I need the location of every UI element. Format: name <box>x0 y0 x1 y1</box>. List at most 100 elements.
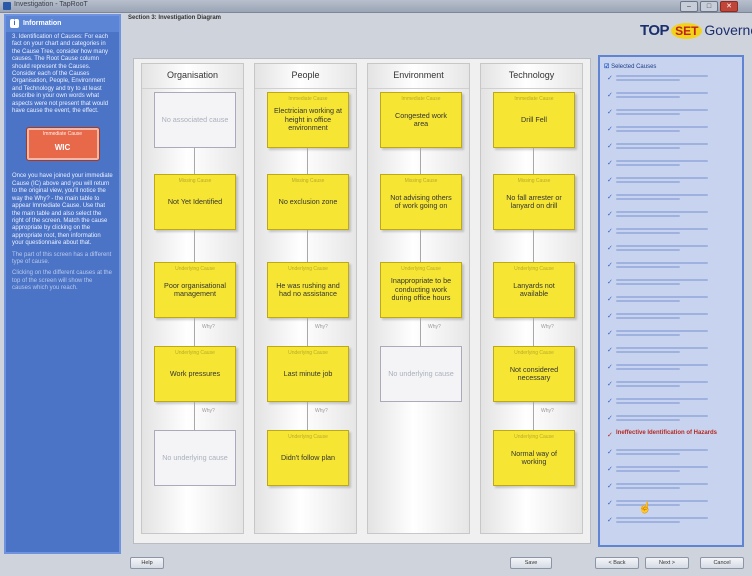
blurred-text-line <box>616 262 708 264</box>
selected-cause-item[interactable]: ✓ <box>600 310 742 327</box>
selected-cause-item[interactable]: ✓ <box>600 480 742 497</box>
cause-card[interactable]: Missing Cause No fall arrester or lanyard… <box>493 174 575 230</box>
selected-cause-item[interactable]: ✓ <box>600 463 742 480</box>
selected-cause-item-highlighted[interactable]: ✓ Ineffective Identification of Hazards <box>600 429 742 446</box>
blurred-text-line <box>616 466 708 468</box>
cause-card[interactable]: Underlying Cause He was rushing and had n… <box>267 262 349 318</box>
selected-cause-item[interactable]: ✓ <box>600 327 742 344</box>
selected-cause-item[interactable]: ✓ <box>600 412 742 429</box>
blurred-text-line <box>616 368 680 370</box>
cause-type-label: Immediate Cause <box>514 96 554 102</box>
cancel-button[interactable]: Cancel <box>700 557 744 569</box>
selected-causes-panel: ☑ Selected Causes ✓ ✓ ✓ ✓ ✓ ✓ ✓ ✓ ✓ ✓ ✓ ✓ ✓ ✓ ✓ ✓ ✓ ✓ ✓ ✓ ✓ ✓… <box>598 55 744 547</box>
blurred-text-line <box>616 266 680 268</box>
maximize-button[interactable]: □ <box>700 1 718 12</box>
cause-card[interactable]: Underlying Cause Poor organisational mana… <box>154 262 236 318</box>
column-environment: Environment Immediate Cause Congested work… <box>367 63 470 534</box>
info-icon: i <box>10 19 19 28</box>
check-icon: ✓ <box>607 177 613 184</box>
selected-cause-item[interactable]: ✓ <box>600 259 742 276</box>
selected-cause-text: Ineffective Identification of Hazards <box>616 430 718 436</box>
empty-cause-card[interactable]: No underlying cause <box>380 346 462 402</box>
cause-card[interactable]: Missing Cause Not advising others of work… <box>380 174 462 230</box>
cause-card[interactable]: Missing Cause Not Yet Identified <box>154 174 236 230</box>
topset-logo: TOPSETGovernor <box>640 22 752 44</box>
cause-card[interactable]: Missing Cause No exclusion zone <box>267 174 349 230</box>
connector-line <box>307 402 308 430</box>
check-icon: ✓ <box>607 245 613 252</box>
selected-cause-item[interactable]: ✓ <box>600 225 742 242</box>
selected-cause-item[interactable]: ✓ <box>600 140 742 157</box>
selected-cause-item[interactable]: ✓ <box>600 123 742 140</box>
blurred-text-line <box>616 313 708 315</box>
cause-type-label: Immediate Cause <box>288 96 328 102</box>
selected-cause-item[interactable]: ✓ <box>600 106 742 123</box>
selected-cause-item[interactable]: ✓ <box>600 242 742 259</box>
selected-cause-item[interactable]: ✓ <box>600 514 742 531</box>
blurred-text-line <box>616 364 708 366</box>
cause-text: Not considered necessary <box>509 364 559 382</box>
cause-text: Not advising others of work going on <box>390 192 452 210</box>
cause-card[interactable]: Immediate Cause Drill Fell <box>493 92 575 148</box>
blurred-text-line <box>616 177 708 179</box>
cause-text: Poor organisational management <box>164 280 226 298</box>
help-button[interactable]: Help <box>130 557 164 569</box>
cause-card[interactable]: Underlying Cause Normal way of working <box>493 430 575 486</box>
cause-text: Last minute job <box>283 368 333 378</box>
cause-card[interactable]: Underlying Cause Didn't follow plan <box>267 430 349 486</box>
check-icon: ✓ <box>607 347 613 354</box>
connector-line <box>307 230 308 262</box>
selected-cause-item[interactable]: ✓ <box>600 208 742 225</box>
blurred-text-line <box>616 130 680 132</box>
cause-card[interactable]: Immediate Cause Electrician working at he… <box>267 92 349 148</box>
save-button[interactable]: Save <box>510 557 552 569</box>
blurred-text-line <box>616 347 708 349</box>
cause-card[interactable]: Underlying Cause Not considered necessary <box>493 346 575 402</box>
empty-cause-card[interactable]: No underlying cause <box>154 430 236 486</box>
next-button[interactable]: Next > <box>645 557 689 569</box>
back-button[interactable]: < Back <box>595 557 639 569</box>
why-label: Why? <box>202 324 215 330</box>
blurred-text-line <box>616 453 680 455</box>
check-icon: ✓ <box>607 194 613 201</box>
page-title: Section 3: Investigation Diagram <box>128 15 222 21</box>
connector-line <box>533 402 534 430</box>
cause-card[interactable]: Underlying Cause Lanyards not available <box>493 262 575 318</box>
selected-cause-item[interactable]: ✓ <box>600 378 742 395</box>
immediate-cause-box[interactable]: Immediate Cause WIC <box>25 127 100 162</box>
cause-card[interactable]: Immediate Cause Congested work area <box>380 92 462 148</box>
selected-cause-item[interactable]: ✓ <box>600 276 742 293</box>
blurred-text-line <box>616 398 708 400</box>
cause-card[interactable]: Underlying Cause Inappropriate to be cond… <box>380 262 462 318</box>
close-button[interactable]: ✕ <box>720 1 738 12</box>
selected-cause-item[interactable]: ✓ <box>600 72 742 89</box>
column-technology: Technology Immediate Cause Drill Fell Missi… <box>480 63 583 534</box>
blurred-text-line <box>616 415 708 417</box>
information-paragraph: Once you have joined your immediate Caus… <box>12 173 113 247</box>
minimize-button[interactable]: – <box>680 1 698 12</box>
selected-cause-item[interactable]: ✓ <box>600 157 742 174</box>
selected-cause-item[interactable]: ✓ <box>600 191 742 208</box>
cause-card[interactable]: Underlying Cause Last minute job <box>267 346 349 402</box>
selected-cause-item[interactable]: ✓ <box>600 89 742 106</box>
column-organisation: Organisation No associated cause Missing C… <box>141 63 244 534</box>
selected-cause-item[interactable]: ✓ <box>600 497 742 514</box>
blurred-text-line <box>616 351 680 353</box>
connector-line <box>533 318 534 346</box>
connector-line <box>420 318 421 346</box>
check-icon: ✓ <box>607 483 613 490</box>
selected-cause-item[interactable]: ✓ <box>600 344 742 361</box>
selected-cause-item[interactable]: ✓ <box>600 174 742 191</box>
check-icon: ✓ <box>607 398 613 405</box>
empty-cause-card[interactable]: No associated cause <box>154 92 236 148</box>
selected-cause-item[interactable]: ✓ <box>600 395 742 412</box>
logo-text: Governor <box>704 22 752 38</box>
cause-type-label: Underlying Cause <box>514 266 554 272</box>
selected-cause-item[interactable]: ✓ <box>600 361 742 378</box>
information-panel: i Information 3. Identification of Cause… <box>4 14 121 554</box>
cause-card[interactable]: Underlying Cause Work pressures <box>154 346 236 402</box>
cause-text: No underlying cause <box>388 368 454 378</box>
selected-cause-item[interactable]: ✓ <box>600 293 742 310</box>
selected-cause-item[interactable]: ✓ <box>600 446 742 463</box>
blurred-text-line <box>616 402 680 404</box>
